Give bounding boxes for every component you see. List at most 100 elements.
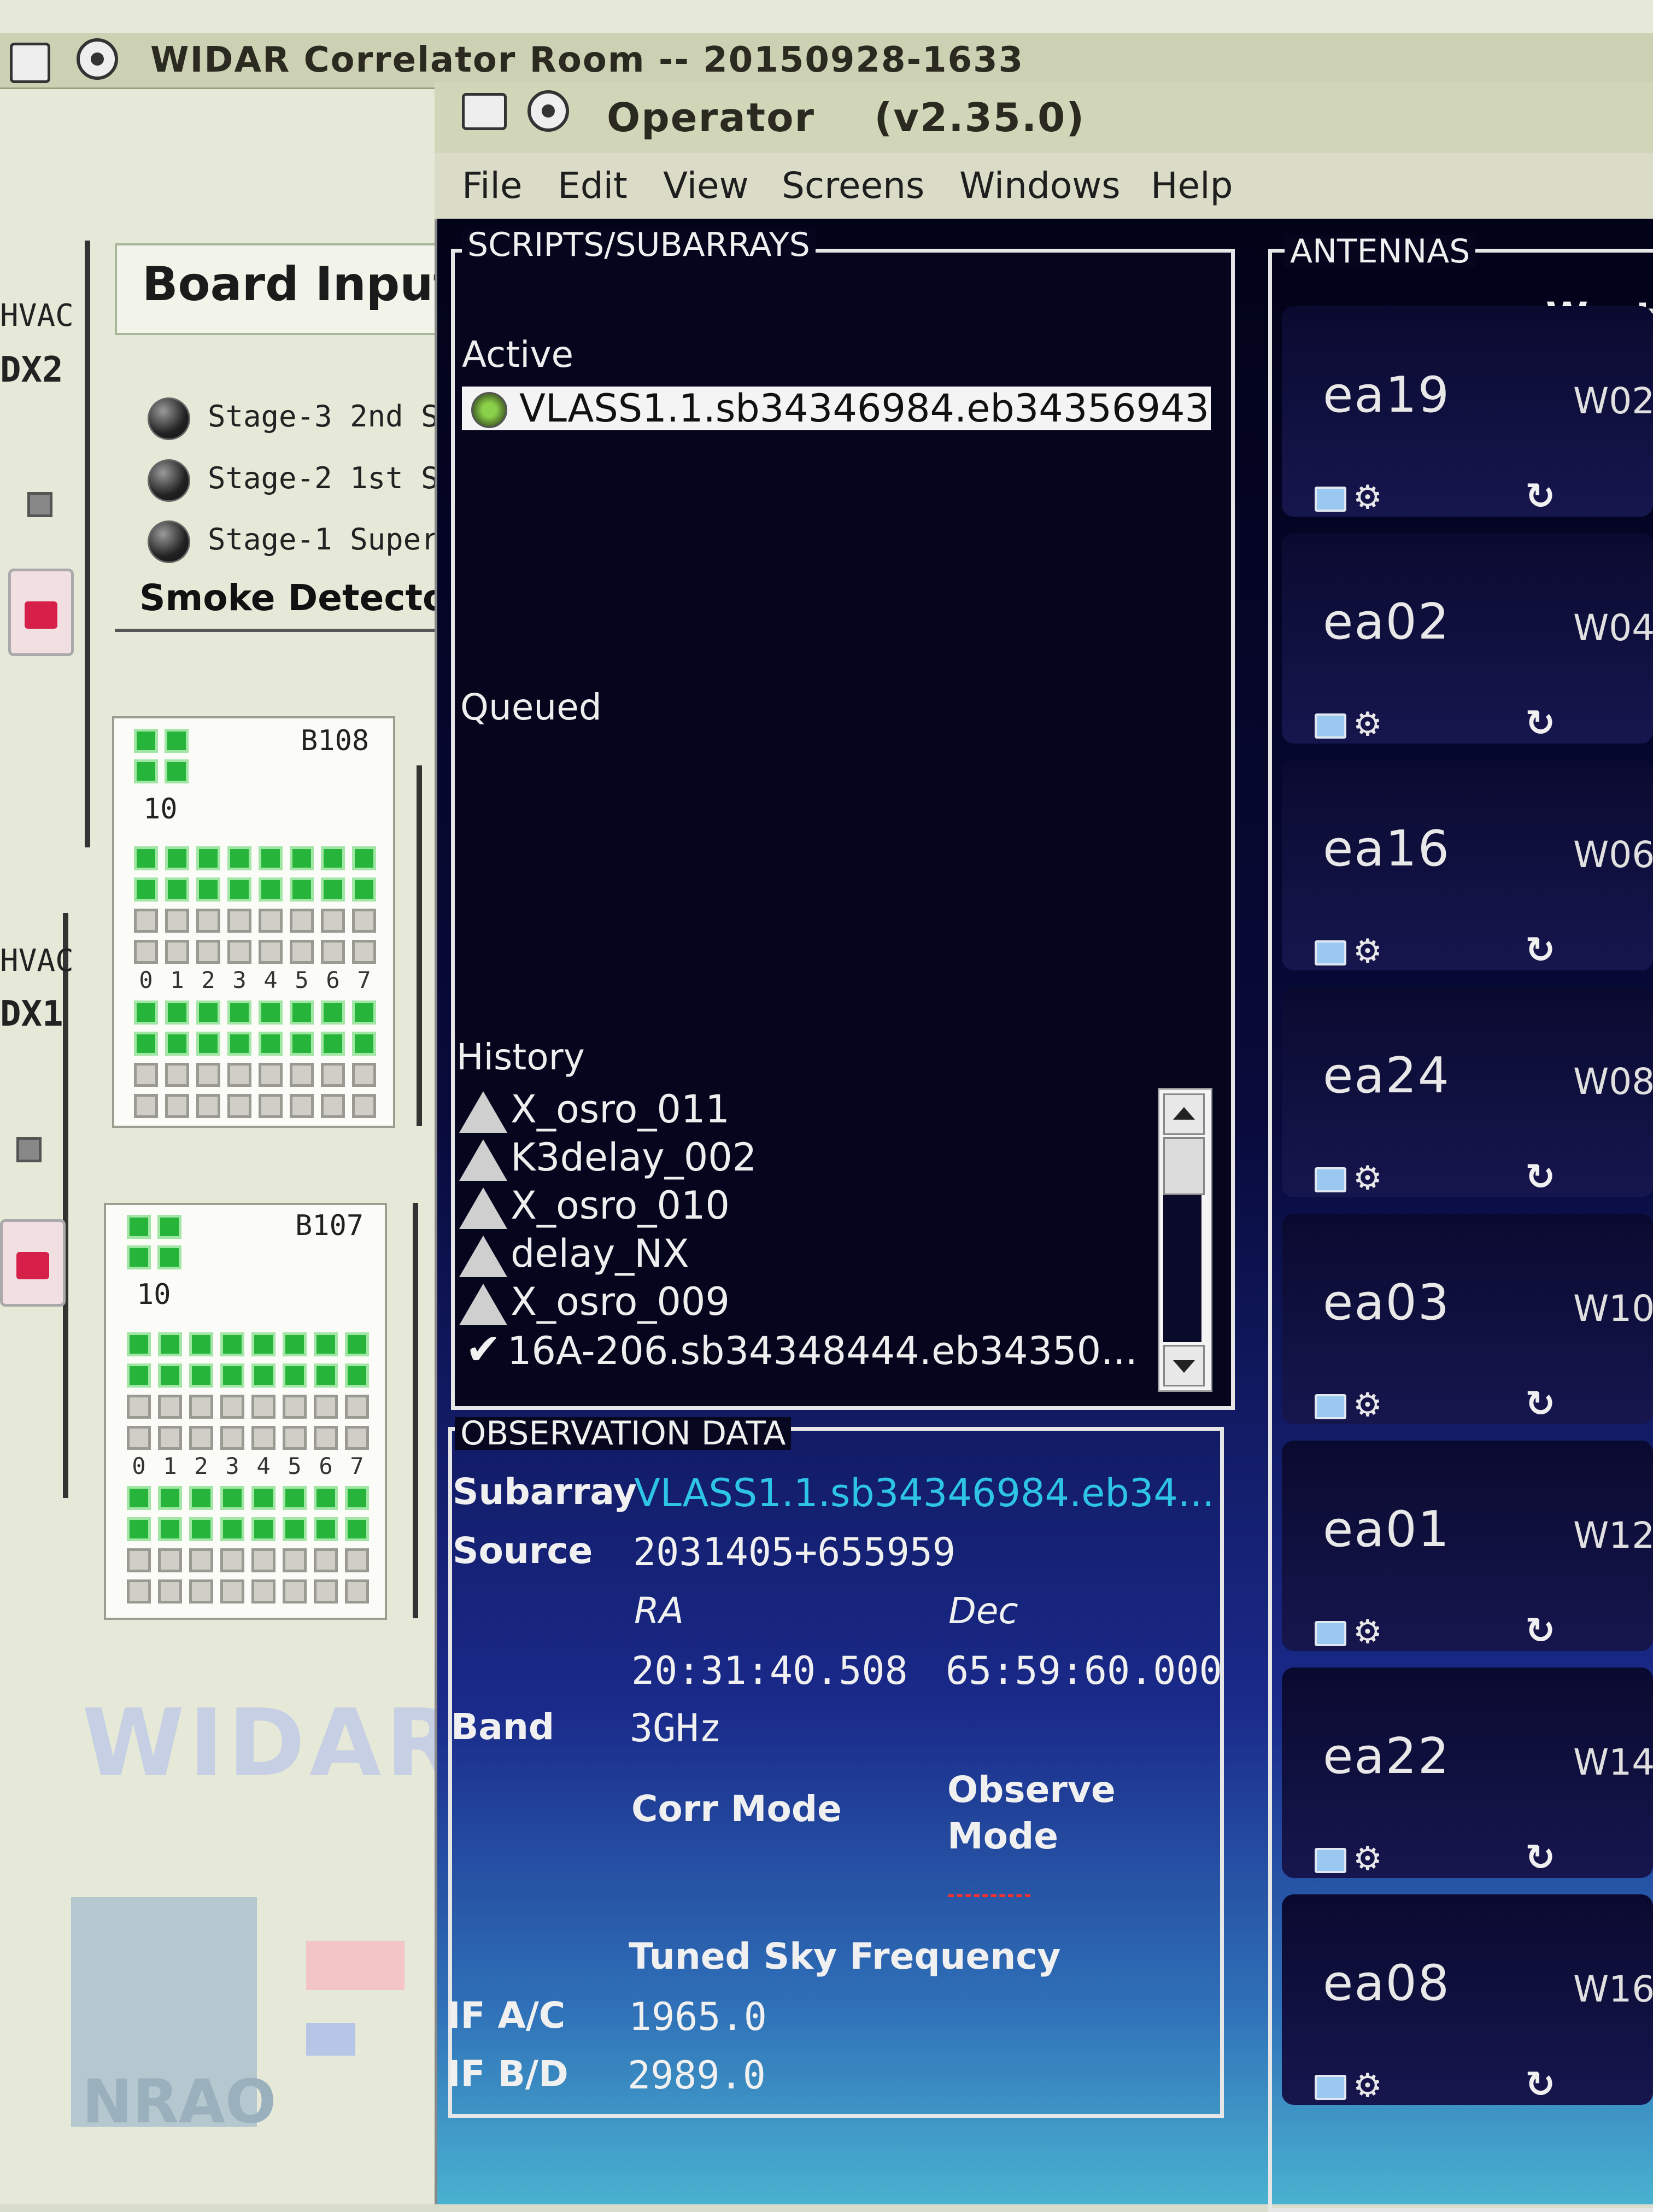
lock-icon[interactable] xyxy=(0,1219,66,1307)
menu-windows[interactable]: Windows xyxy=(959,153,1121,219)
monitor-icon[interactable] xyxy=(1315,1621,1346,1646)
board-slot[interactable] xyxy=(251,1579,276,1604)
board-slot[interactable] xyxy=(259,877,283,902)
board-slot[interactable] xyxy=(227,846,251,870)
operator-menu-icon[interactable] xyxy=(462,93,507,130)
board-slot[interactable] xyxy=(227,909,251,933)
board-slot[interactable] xyxy=(352,846,376,870)
board-slot[interactable] xyxy=(127,1517,151,1541)
board-slot[interactable] xyxy=(127,1395,151,1419)
menu-file[interactable]: File xyxy=(462,153,522,219)
board-slot[interactable] xyxy=(259,1000,283,1025)
board-slot[interactable] xyxy=(189,1395,213,1419)
board-slot[interactable] xyxy=(196,1032,220,1056)
refresh-icon[interactable]: ↻ xyxy=(1525,932,1555,968)
board-slot[interactable] xyxy=(134,846,158,870)
board-slot[interactable] xyxy=(220,1395,244,1419)
board-slot[interactable] xyxy=(321,1032,345,1056)
board-slot[interactable] xyxy=(314,1332,338,1356)
board-slot[interactable] xyxy=(196,877,220,902)
board-slot[interactable] xyxy=(259,1094,283,1118)
gear-icon[interactable]: ⚙ xyxy=(1353,1162,1382,1195)
history-item[interactable]: X_osro_009 xyxy=(459,1278,1138,1326)
board-slot[interactable] xyxy=(314,1579,338,1604)
monitor-icon[interactable] xyxy=(1315,1848,1346,1873)
board-slot[interactable] xyxy=(165,940,189,964)
board-slot[interactable] xyxy=(290,1063,314,1087)
board-slot[interactable] xyxy=(158,1579,182,1604)
refresh-icon[interactable]: ↻ xyxy=(1525,1386,1555,1422)
board-slot[interactable] xyxy=(134,1032,158,1056)
board-slot[interactable] xyxy=(259,909,283,933)
board-slot[interactable] xyxy=(158,1364,182,1388)
board-slot[interactable] xyxy=(345,1486,369,1510)
board-slot[interactable] xyxy=(227,1032,251,1056)
board-slot[interactable] xyxy=(127,1426,151,1450)
gear-icon[interactable]: ⚙ xyxy=(1353,1616,1382,1648)
scrollbar-thumb[interactable] xyxy=(1163,1137,1205,1195)
board-slot[interactable] xyxy=(227,1094,251,1118)
board-slot[interactable] xyxy=(290,846,314,870)
board-slot[interactable] xyxy=(259,1032,283,1056)
board-slot[interactable] xyxy=(251,1332,276,1356)
board-slot[interactable] xyxy=(196,1000,220,1025)
monitor-icon[interactable] xyxy=(1315,1394,1346,1419)
board-slot[interactable] xyxy=(227,1000,251,1025)
board-slot[interactable] xyxy=(283,1548,307,1572)
board-slot[interactable] xyxy=(134,1000,158,1025)
board-slot[interactable] xyxy=(165,909,189,933)
scroll-up-arrow-icon[interactable] xyxy=(1163,1093,1205,1135)
board-slot[interactable] xyxy=(352,1032,376,1056)
board-slot[interactable] xyxy=(251,1426,276,1450)
board-slot[interactable] xyxy=(290,877,314,902)
board-slot[interactable] xyxy=(345,1548,369,1572)
board-slot[interactable] xyxy=(134,1094,158,1118)
gear-icon[interactable]: ⚙ xyxy=(1353,2069,1382,2102)
board-slot[interactable] xyxy=(321,1063,345,1087)
board-slot[interactable] xyxy=(290,909,314,933)
board-slot[interactable] xyxy=(321,909,345,933)
scroll-down-arrow-icon[interactable] xyxy=(1163,1345,1205,1386)
board-slot[interactable] xyxy=(251,1486,276,1510)
board-slot[interactable] xyxy=(352,1000,376,1025)
board-slot[interactable] xyxy=(220,1548,244,1572)
board-slot[interactable] xyxy=(290,1032,314,1056)
board-slot[interactable] xyxy=(227,877,251,902)
monitor-icon[interactable] xyxy=(1315,1167,1346,1192)
history-item[interactable]: ✔ 16A-206.sb34348444.eb34350... xyxy=(459,1326,1138,1375)
board-slot[interactable] xyxy=(314,1486,338,1510)
board-slot[interactable] xyxy=(283,1517,307,1541)
board-slot[interactable] xyxy=(283,1486,307,1510)
board-slot[interactable] xyxy=(345,1579,369,1604)
board-slot[interactable] xyxy=(134,909,158,933)
board-slot[interactable] xyxy=(314,1426,338,1450)
board-slot[interactable] xyxy=(283,1364,307,1388)
board-slot[interactable] xyxy=(165,1032,189,1056)
board-slot[interactable] xyxy=(321,846,345,870)
board-slot[interactable] xyxy=(196,909,220,933)
board-slot[interactable] xyxy=(220,1486,244,1510)
board-slot[interactable] xyxy=(189,1579,213,1604)
board-slot[interactable] xyxy=(345,1517,369,1541)
board-slot[interactable] xyxy=(321,940,345,964)
board-slot[interactable] xyxy=(127,1364,151,1388)
board-slot[interactable] xyxy=(290,1000,314,1025)
refresh-icon[interactable]: ↻ xyxy=(1525,1159,1555,1195)
monitor-icon[interactable] xyxy=(1315,2075,1346,2100)
gear-icon[interactable]: ⚙ xyxy=(1353,481,1382,514)
board-slot[interactable] xyxy=(227,1063,251,1087)
board-slot[interactable] xyxy=(134,877,158,902)
history-item[interactable]: X_osro_011 xyxy=(459,1085,1138,1133)
board-slot[interactable] xyxy=(352,940,376,964)
board-slot[interactable] xyxy=(345,1395,369,1419)
gear-icon[interactable]: ⚙ xyxy=(1353,1389,1382,1421)
board-slot[interactable] xyxy=(165,1094,189,1118)
board-slot[interactable] xyxy=(127,1579,151,1604)
board-slot[interactable] xyxy=(220,1579,244,1604)
gear-icon[interactable]: ⚙ xyxy=(1353,935,1382,968)
board-slot[interactable] xyxy=(259,940,283,964)
board-slot[interactable] xyxy=(259,1063,283,1087)
subarray-value[interactable]: VLASS1.1.sb34346984.eb34... xyxy=(634,1471,1215,1515)
board-slot[interactable] xyxy=(251,1517,276,1541)
history-item[interactable]: X_osro_010 xyxy=(459,1181,1138,1230)
